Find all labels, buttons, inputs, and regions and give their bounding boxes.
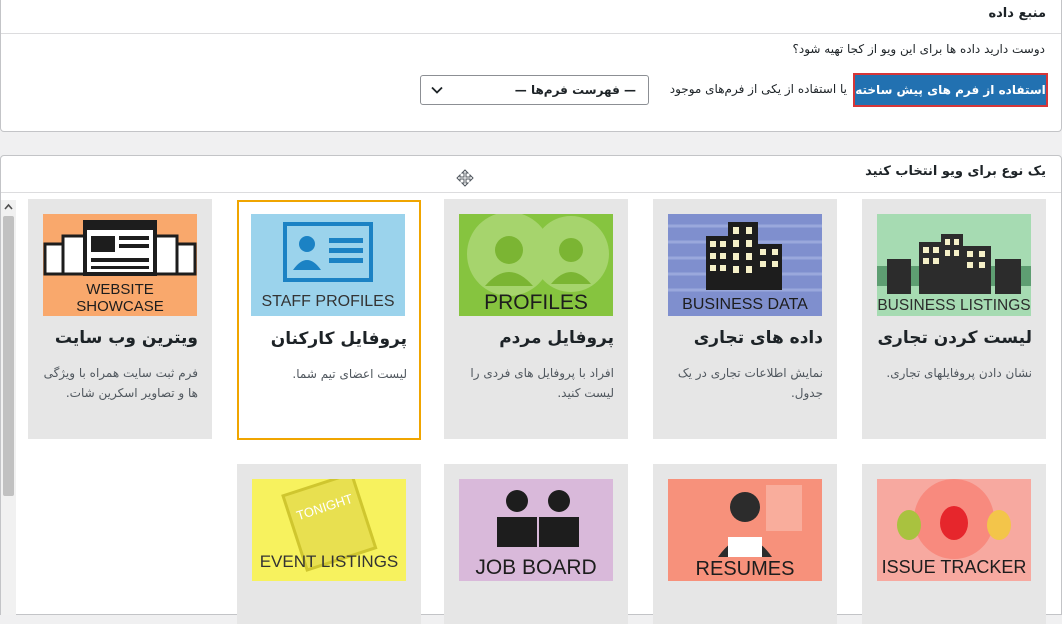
profiles-thumbnail: PROFILES [459,214,613,316]
event-listings-thumb-label: EVENT LISTINGS [260,552,399,571]
forms-select-value: — فهرست فرم‌ها — [514,83,636,97]
data-source-question: دوست دارید داده ها برای این ویو از کجا ت… [792,42,1046,56]
card-title: داده های تجاری [693,328,823,348]
move-icon[interactable] [456,169,474,187]
job-board-thumb-label: JOB BOARD [475,556,596,579]
job-board-thumbnail: JOB BOARD [459,479,613,581]
use-existing-form-label: یا استفاده از یکی از فرم‌های موجود [669,82,847,96]
card-title: پروفایل کارکنان [270,329,407,349]
card-description: نشان دادن پروفایلهای تجاری. [886,366,1032,380]
website-showcase-thumb-label-2: SHOWCASE [76,298,164,315]
business-data-thumb-label: BUSINESS DATA [682,296,808,313]
card-description: افراد با پروفایل های فردی را لیست کنید. [470,366,614,400]
card-description: لیست اعضای تیم شما. [292,367,407,381]
business-listings-thumb-label: BUSINESS LISTINGS [877,297,1030,314]
scrollbar-thumb[interactable] [3,216,14,496]
resumes-thumbnail: RESUMES [668,479,822,581]
view-card-resumes[interactable]: RESUMES [653,464,837,624]
business-data-thumbnail: BUSINESS DATA [668,214,822,316]
website-showcase-thumb-label-1: WEBSITE [86,281,154,298]
staff-profiles-thumbnail: STAFF PROFILES [251,214,405,316]
profiles-thumb-label: PROFILES [484,291,588,314]
data-source-title: منبع داده [1,0,1061,34]
view-card-job-board[interactable]: JOB BOARD [444,464,628,624]
card-description: نمایش اطلاعات تجاری در یک جدول. [677,366,823,400]
website-showcase-thumbnail: WEBSITE SHOWCASE [43,214,197,316]
card-title: لیست کردن تجاری [877,328,1032,348]
issue-tracker-thumb-label: ISSUE TRACKER [882,557,1027,577]
card-description: فرم ثبت سایت همراه با ویژگی ها و تصاویر … [43,366,198,400]
view-card-business-data[interactable]: BUSINESS DATA داده های تجاری نمایش اطلاع… [653,199,837,439]
business-listings-thumbnail: BUSINESS LISTINGS [877,214,1031,316]
view-card-website-showcase[interactable]: WEBSITE SHOWCASE ویترین وب سایت فرم ثبت … [28,199,212,439]
chevron-down-icon [431,86,443,94]
view-card-profiles[interactable]: PROFILES پروفایل مردم افراد با پروفایل ه… [444,199,628,439]
scroll-up-arrow-icon[interactable] [3,202,14,212]
view-card-issue-tracker[interactable]: ISSUE TRACKER [862,464,1046,624]
view-card-event-listings[interactable]: TONIGHT EVENT LISTINGS [237,464,421,624]
view-card-business-listings[interactable]: BUSINESS LISTINGS لیست کردن تجاری نشان د… [862,199,1046,439]
view-type-title: یک نوع برای ویو انتخاب کنید [1,156,1061,193]
event-listings-thumbnail: TONIGHT EVENT LISTINGS [252,479,406,581]
use-prebuilt-forms-button[interactable]: استفاده از فرم های پیش ساخته [853,73,1048,107]
staff-profiles-thumb-label: STAFF PROFILES [261,293,394,310]
card-title: پروفایل مردم [499,328,614,348]
view-type-panel: یک نوع برای ویو انتخاب کنید BUSINESS LIS… [0,155,1062,624]
data-source-panel: منبع داده دوست دارید داده ها برای این وی… [0,0,1062,132]
view-card-staff-profiles[interactable]: STAFF PROFILES پروفایل کارکنان لیست اعضا… [237,200,421,440]
issue-tracker-thumbnail: ISSUE TRACKER [877,479,1031,581]
card-title: ویترین وب سایت [54,328,198,348]
scrollbar[interactable] [1,200,16,615]
forms-select[interactable]: — فهرست فرم‌ها — [420,75,649,105]
resumes-thumb-label: RESUMES [696,558,795,580]
